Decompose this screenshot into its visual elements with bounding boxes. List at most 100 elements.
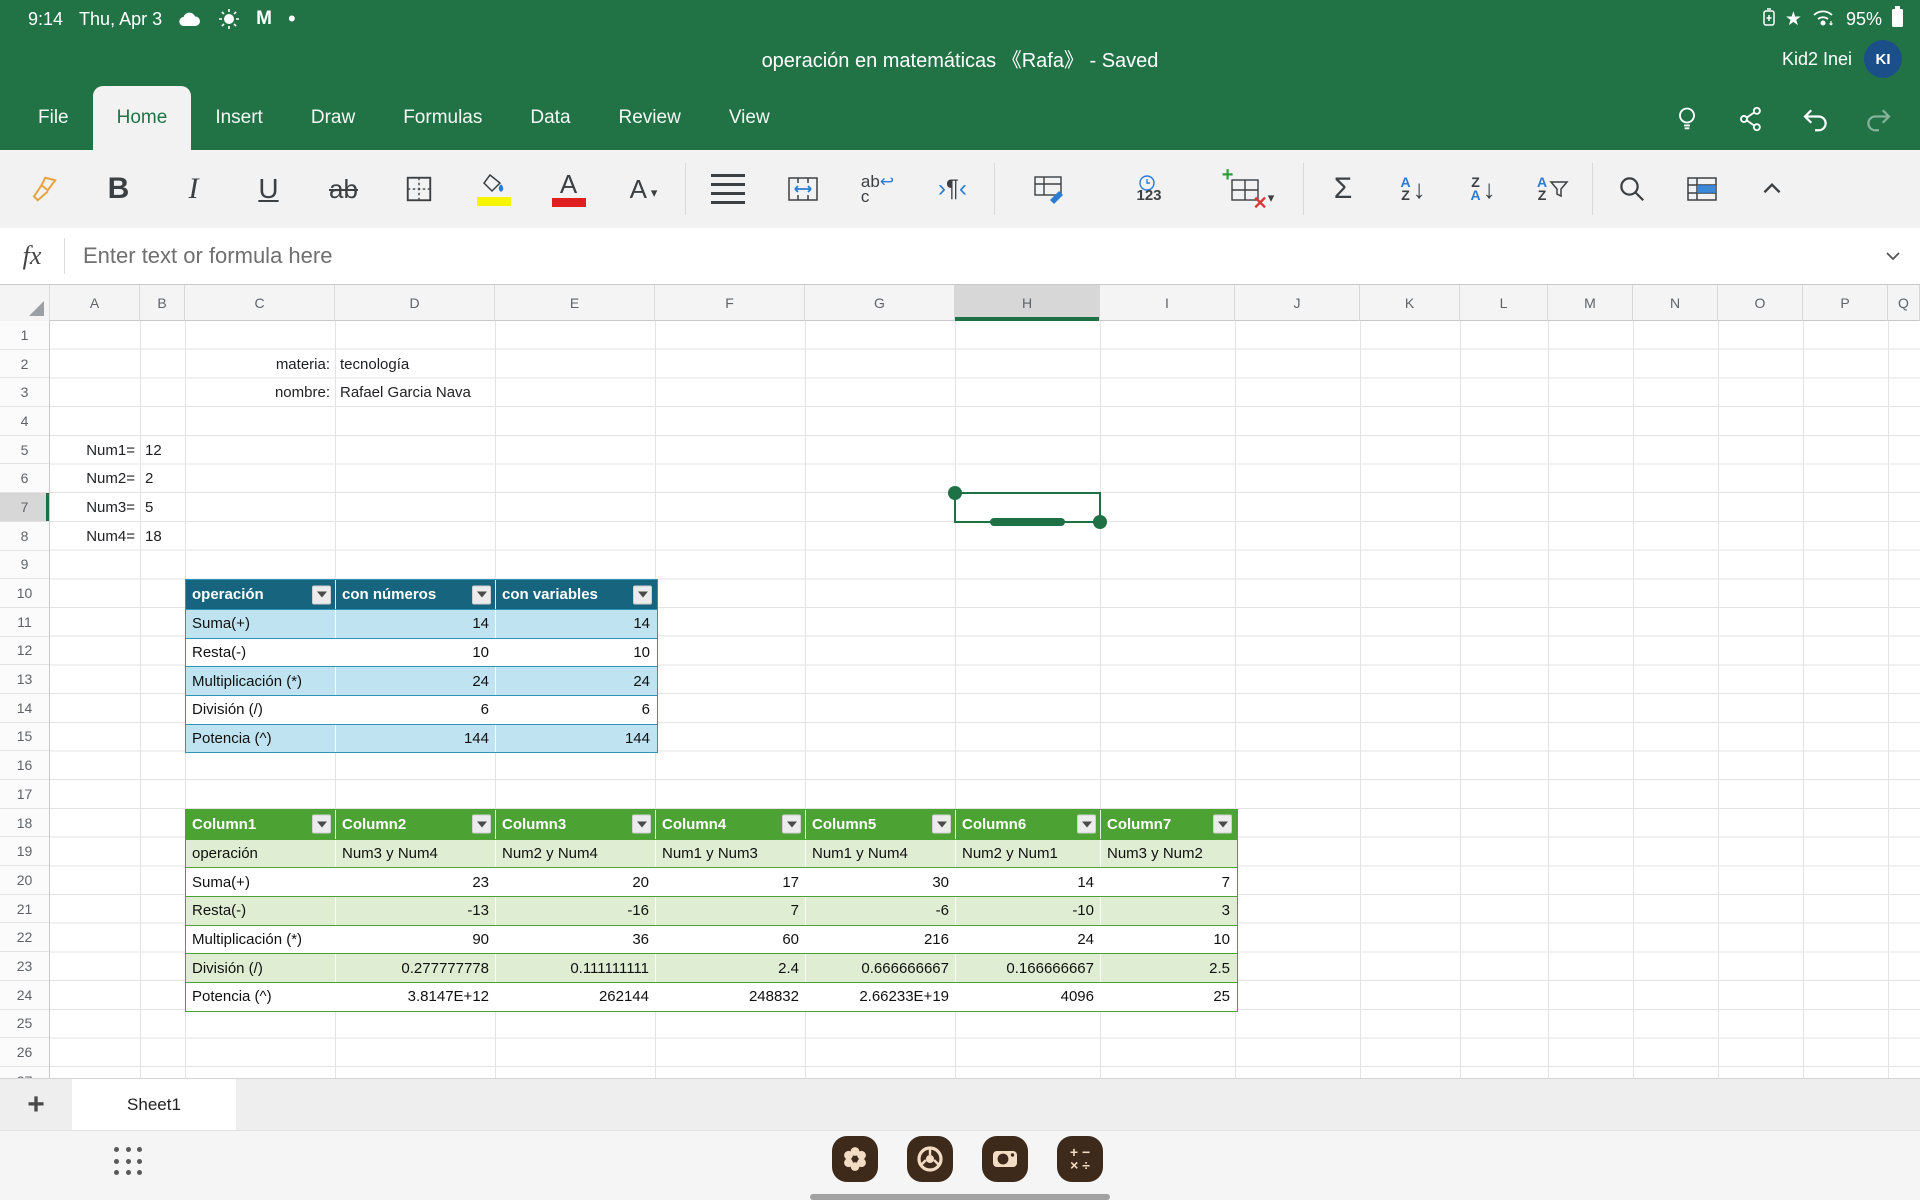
table-cell[interactable]: 14 xyxy=(496,610,656,638)
tab-view[interactable]: View xyxy=(705,86,794,150)
cell-A5[interactable]: Num1= xyxy=(50,436,140,465)
row-header-26[interactable]: 26 xyxy=(0,1038,49,1067)
table-header-cell[interactable]: Column5 xyxy=(806,810,956,839)
table-cell[interactable]: -10 xyxy=(956,897,1101,925)
table-cell[interactable]: 24 xyxy=(336,667,496,695)
search-icon[interactable] xyxy=(1597,157,1667,221)
table-cell[interactable]: 24 xyxy=(496,667,656,695)
table-header-cell[interactable]: con variables xyxy=(496,580,656,609)
row-header-25[interactable]: 25 xyxy=(0,1010,49,1039)
selection-handle-topleft[interactable] xyxy=(948,486,962,500)
filter-button[interactable] xyxy=(312,815,331,834)
table-cell[interactable]: Num2 y Num4 xyxy=(496,840,656,868)
table-header-cell[interactable]: Column1 xyxy=(186,810,336,839)
table-cell[interactable]: 216 xyxy=(806,926,956,954)
table-cell[interactable]: 2.66233E+19 xyxy=(806,983,956,1011)
table-cell[interactable]: Potencia (^) xyxy=(186,983,336,1011)
table-cell[interactable]: 2.4 xyxy=(656,954,806,982)
column-header-O[interactable]: O xyxy=(1718,285,1803,321)
table-cell[interactable]: 4096 xyxy=(956,983,1101,1011)
filter-button[interactable] xyxy=(312,585,331,604)
table-cell[interactable]: Resta(-) xyxy=(186,639,336,667)
add-sheet-button[interactable]: + xyxy=(0,1079,72,1130)
table-cell[interactable]: 0.666666667 xyxy=(806,954,956,982)
row-header-20[interactable]: 20 xyxy=(0,866,49,895)
autosum-icon[interactable]: Σ xyxy=(1308,157,1378,221)
table-cell[interactable]: 6 xyxy=(496,696,656,724)
table-cell[interactable]: 248832 xyxy=(656,983,806,1011)
row-header-8[interactable]: 8 xyxy=(0,522,49,551)
tab-insert[interactable]: Insert xyxy=(191,86,287,150)
table-cell[interactable]: 60 xyxy=(656,926,806,954)
table-cell[interactable]: División (/) xyxy=(186,954,336,982)
font-color-picker-icon[interactable]: A▾ xyxy=(606,157,681,221)
row-header-24[interactable]: 24 xyxy=(0,981,49,1010)
column-header-C[interactable]: C xyxy=(185,285,335,321)
table-cell[interactable]: 14 xyxy=(336,610,496,638)
table-header-cell[interactable]: operación xyxy=(186,580,336,609)
table-header-cell[interactable]: Column6 xyxy=(956,810,1101,839)
table-cell[interactable]: -16 xyxy=(496,897,656,925)
filter-button[interactable] xyxy=(472,815,491,834)
filter-button[interactable] xyxy=(472,585,491,604)
cell-D3[interactable]: Rafael Garcia Nava xyxy=(335,378,495,407)
sort-ascending-icon[interactable]: AZ↓ xyxy=(1378,157,1448,221)
wrap-text-icon[interactable]: ab↩c xyxy=(840,157,915,221)
strikethrough-icon[interactable]: ab xyxy=(306,157,381,221)
column-header-L[interactable]: L xyxy=(1460,285,1548,321)
table-cell[interactable]: 10 xyxy=(1101,926,1236,954)
table-cell[interactable]: Multiplicación (*) xyxy=(186,926,336,954)
row-header-18[interactable]: 18 xyxy=(0,809,49,838)
table-cell[interactable]: Suma(+) xyxy=(186,610,336,638)
table-cell[interactable]: 36 xyxy=(496,926,656,954)
share-icon[interactable] xyxy=(1734,102,1768,136)
column-header-I[interactable]: I xyxy=(1100,285,1235,321)
tab-formulas[interactable]: Formulas xyxy=(379,86,506,150)
table-header-cell[interactable]: Column3 xyxy=(496,810,656,839)
column-header-P[interactable]: P xyxy=(1803,285,1888,321)
table-cell[interactable]: División (/) xyxy=(186,696,336,724)
formula-expand-chevron-icon[interactable] xyxy=(1866,243,1920,269)
row-header-4[interactable]: 4 xyxy=(0,407,49,436)
filter-button[interactable] xyxy=(932,815,951,834)
table-cell[interactable]: 0.277777778 xyxy=(336,954,496,982)
row-header-22[interactable]: 22 xyxy=(0,923,49,952)
merge-cells-icon[interactable] xyxy=(765,157,840,221)
undo-icon[interactable] xyxy=(1798,102,1832,136)
row-header-7[interactable]: 7 xyxy=(0,493,49,522)
insert-delete-cells-icon[interactable]: +✕ ▾ xyxy=(1199,157,1299,221)
table-header-cell[interactable]: Column7 xyxy=(1101,810,1236,839)
filter-icon[interactable]: AZ xyxy=(1518,157,1588,221)
redo-icon[interactable] xyxy=(1862,102,1896,136)
filter-button[interactable] xyxy=(632,815,651,834)
column-header-N[interactable]: N xyxy=(1633,285,1718,321)
row-header-19[interactable]: 19 xyxy=(0,837,49,866)
row-header-27[interactable]: 27 xyxy=(0,1067,49,1078)
collapse-ribbon-icon[interactable] xyxy=(1737,157,1807,221)
recent-apps-handle[interactable] xyxy=(810,1194,1110,1200)
filter-button[interactable] xyxy=(1213,815,1232,834)
row-header-5[interactable]: 5 xyxy=(0,436,49,465)
row-header-13[interactable]: 13 xyxy=(0,665,49,694)
table-cell[interactable]: 7 xyxy=(1101,868,1236,896)
table-cell[interactable]: 17 xyxy=(656,868,806,896)
table-cell[interactable]: 7 xyxy=(656,897,806,925)
table-cell[interactable]: Num3 y Num2 xyxy=(1101,840,1236,868)
column-header-K[interactable]: K xyxy=(1360,285,1460,321)
tab-review[interactable]: Review xyxy=(595,86,705,150)
row-header-1[interactable]: 1 xyxy=(0,321,49,350)
tab-home[interactable]: Home xyxy=(93,86,192,150)
table-cell[interactable]: 6 xyxy=(336,696,496,724)
cell-C3[interactable]: nombre: xyxy=(185,378,335,407)
table-cell[interactable]: 144 xyxy=(336,725,496,753)
row-header-23[interactable]: 23 xyxy=(0,952,49,981)
sheet-view-icon[interactable] xyxy=(1667,157,1737,221)
cell-A7[interactable]: Num3= xyxy=(50,493,140,522)
cell-D2[interactable]: tecnología xyxy=(335,350,495,379)
row-header-15[interactable]: 15 xyxy=(0,723,49,752)
cell-C2[interactable]: materia: xyxy=(185,350,335,379)
calculator-app-icon[interactable]: + −× ÷ xyxy=(1057,1136,1103,1182)
filter-button[interactable] xyxy=(633,585,652,604)
fill-handle-bar[interactable] xyxy=(990,518,1064,526)
table-cell[interactable]: 25 xyxy=(1101,983,1236,1011)
